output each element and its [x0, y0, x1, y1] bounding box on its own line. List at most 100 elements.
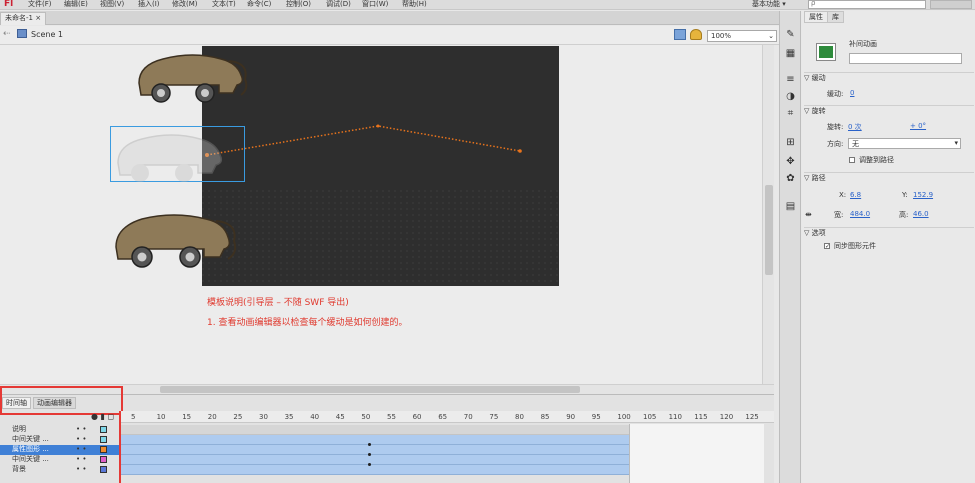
- layer-visibility-toggles[interactable]: • •: [76, 435, 86, 443]
- help-search-input[interactable]: ρ: [808, 0, 926, 9]
- code-icon[interactable]: ⊞: [784, 137, 797, 148]
- easing-value[interactable]: 0: [850, 89, 854, 97]
- elephant-car-top[interactable]: [133, 49, 253, 105]
- rotate-count[interactable]: 0 次: [848, 122, 862, 132]
- vertical-scroll-thumb[interactable]: [765, 185, 773, 275]
- height-value[interactable]: 46.0: [913, 210, 929, 218]
- section-options[interactable]: ▽ 选项: [804, 227, 974, 238]
- layer-toggle-icons[interactable]: ● ▮ ◻: [91, 412, 114, 421]
- menu-window[interactable]: 窗口(W): [362, 0, 388, 9]
- ruler-number: 5: [131, 413, 136, 421]
- keyframe[interactable]: [368, 443, 371, 446]
- frame-row[interactable]: [119, 425, 629, 435]
- menu-file[interactable]: 文件(F): [28, 0, 52, 9]
- orient-value: 无: [852, 140, 859, 148]
- align-icon[interactable]: ≡: [784, 74, 797, 85]
- brush-icon[interactable]: ✎: [784, 29, 797, 40]
- frame-row[interactable]: [119, 435, 629, 445]
- empty-frames[interactable]: [629, 424, 764, 483]
- layer-name: 中间关键 ...: [12, 455, 49, 463]
- section-title: 旋转: [811, 107, 826, 115]
- layer-visibility-toggles[interactable]: • •: [76, 455, 86, 463]
- workspace-switcher[interactable]: 基本功能 ▾: [752, 0, 786, 9]
- scene-label[interactable]: Scene 1: [31, 30, 63, 39]
- menu-edit[interactable]: 编辑(E): [64, 0, 88, 9]
- sync-checkbox[interactable]: ✓: [824, 243, 830, 250]
- library-icon[interactable]: ▦: [784, 48, 797, 59]
- layer-visibility-toggles[interactable]: • •: [76, 465, 86, 473]
- edit-scene-icon[interactable]: [674, 29, 686, 40]
- history-icon[interactable]: ▤: [784, 201, 797, 212]
- ruler-number: 85: [540, 413, 550, 421]
- ruler-number: 120: [719, 413, 734, 421]
- tab-properties[interactable]: 属性: [804, 11, 828, 23]
- menu-text[interactable]: 文本(T): [212, 0, 236, 9]
- link-icon[interactable]: ⇼: [805, 210, 812, 219]
- menu-view[interactable]: 视图(V): [100, 0, 124, 9]
- rotate-degrees[interactable]: + 0°: [910, 122, 926, 130]
- edit-symbol-icon[interactable]: [690, 29, 702, 40]
- menu-debug[interactable]: 调试(D): [326, 0, 351, 9]
- ruler-number: 40: [310, 413, 320, 421]
- tab-library[interactable]: 库: [827, 11, 844, 23]
- ruler-number: 55: [387, 413, 396, 421]
- frame-row[interactable]: [119, 455, 629, 465]
- elephant-car-bottom[interactable]: [112, 209, 242, 269]
- menu-control[interactable]: 控制(O): [286, 0, 311, 9]
- app-logo: Fl: [4, 0, 14, 9]
- layer-color-swatch[interactable]: [100, 456, 107, 463]
- orient-to-path-checkbox[interactable]: [849, 157, 855, 163]
- layer-color-swatch[interactable]: [100, 446, 107, 453]
- layer-visibility-toggles[interactable]: • •: [76, 425, 86, 433]
- layer-color-swatch[interactable]: [100, 466, 107, 473]
- info-icon[interactable]: ◑: [784, 91, 797, 102]
- zoom-value: 100%: [711, 32, 732, 40]
- elephant-ghost[interactable]: [112, 129, 232, 185]
- layer-name: 属性图形 ...: [12, 445, 49, 453]
- chevron-down-icon: ▾: [954, 139, 958, 147]
- document-tab[interactable]: 未命名-1 ×: [0, 12, 47, 25]
- layer-visibility-toggles[interactable]: • •: [76, 445, 86, 453]
- stage-workspace[interactable]: 模板说明(引导层 – 不随 SWF 导出) 1. 查看动画编辑器以检查每个缓动是…: [0, 45, 762, 384]
- horizontal-scroll-thumb[interactable]: [160, 386, 580, 393]
- width-value[interactable]: 484.0: [850, 210, 870, 218]
- layer-color-swatch[interactable]: [100, 426, 107, 433]
- section-easing[interactable]: ▽ 缓动: [804, 72, 974, 83]
- menu-insert[interactable]: 插入(I): [138, 0, 160, 9]
- section-path[interactable]: ▽ 路径: [804, 172, 974, 183]
- color-icon[interactable]: ✿: [784, 173, 797, 184]
- components-icon[interactable]: ✥: [784, 156, 797, 167]
- zoom-select[interactable]: 100% ⌄: [707, 30, 777, 42]
- frame-row[interactable]: [119, 465, 629, 475]
- playhead[interactable]: [119, 411, 121, 483]
- tab-timeline[interactable]: 时间轴: [2, 397, 31, 409]
- orient-select[interactable]: 无 ▾: [848, 138, 961, 149]
- orient-label: 方向:: [827, 140, 844, 148]
- vertical-scrollbar[interactable]: [762, 45, 774, 384]
- template-note-line: 1. 查看动画编辑器以检查每个缓动是如何创建的。: [207, 318, 408, 328]
- x-value[interactable]: 6.8: [850, 191, 861, 199]
- ruler-number: 30: [259, 413, 268, 421]
- tab-motion-editor[interactable]: 动画编辑器: [33, 397, 76, 409]
- window-controls[interactable]: [930, 0, 972, 9]
- instance-type-label: 补间动画: [849, 40, 877, 48]
- layer-color-swatch[interactable]: [100, 436, 107, 443]
- keyframe[interactable]: [368, 463, 371, 466]
- back-arrow-icon[interactable]: ⇠: [3, 29, 11, 39]
- ruler-number: 105: [643, 413, 657, 421]
- frame-row[interactable]: [119, 445, 629, 455]
- document-tabs: 未命名-1 ×: [0, 11, 780, 25]
- transform-icon[interactable]: ⌗: [784, 108, 797, 119]
- keyframe[interactable]: [368, 453, 371, 456]
- y-label: Y:: [902, 191, 908, 199]
- section-rotation[interactable]: ▽ 旋转: [804, 105, 974, 116]
- y-value[interactable]: 152.9: [913, 191, 933, 199]
- menu-commands[interactable]: 命令(C): [247, 0, 271, 9]
- layer-name: 中间关键 ...: [12, 435, 49, 443]
- menu-modify[interactable]: 修改(M): [172, 0, 198, 9]
- instance-name-input[interactable]: [849, 53, 962, 64]
- search-icon: ρ: [811, 0, 816, 7]
- ruler-number: 20: [207, 413, 217, 421]
- ruler-number: 70: [463, 413, 473, 421]
- menu-help[interactable]: 帮助(H): [402, 0, 427, 9]
